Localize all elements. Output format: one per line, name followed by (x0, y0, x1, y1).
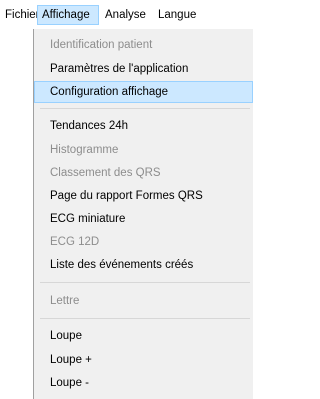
menu-item-identification-patient: Identification patient (50, 39, 153, 51)
menu-item-ecg-12d: ECG 12D (50, 236, 100, 248)
affichage-dropdown-menu: Identification patient Paramètres de l'a… (33, 29, 253, 399)
menu-separator (40, 108, 250, 109)
menu-item-histogramme: Histogramme (50, 144, 119, 156)
menu-item-lettre: Lettre (50, 295, 80, 307)
menu-item-classement-qrs: Classement des QRS (50, 167, 161, 179)
menu-separator (40, 282, 250, 283)
menu-separator (40, 318, 250, 319)
menu-item-loupe[interactable]: Loupe (34, 325, 253, 347)
menu-analyse[interactable]: Analyse (101, 5, 150, 25)
menu-affichage[interactable]: Affichage (37, 5, 99, 25)
menu-item-parametres-application[interactable]: Paramètres de l'application (34, 58, 253, 80)
menu-item-loupe-minus[interactable]: Loupe - (34, 372, 253, 394)
menu-item-loupe-plus[interactable]: Loupe + (34, 349, 253, 371)
menu-item-liste-evenements[interactable]: Liste des événements créés (34, 254, 253, 276)
menu-langue[interactable]: Langue (154, 5, 200, 25)
menu-item-configuration-affichage[interactable]: Configuration affichage (34, 81, 253, 103)
menu-item-rapport-formes-qrs[interactable]: Page du rapport Formes QRS (34, 185, 253, 207)
menu-item-ecg-miniature[interactable]: ECG miniature (34, 208, 253, 230)
menu-item-tendances-24h[interactable]: Tendances 24h (34, 115, 253, 137)
menu-bar: Fichier Affichage Analyse Langue (0, 0, 251, 29)
